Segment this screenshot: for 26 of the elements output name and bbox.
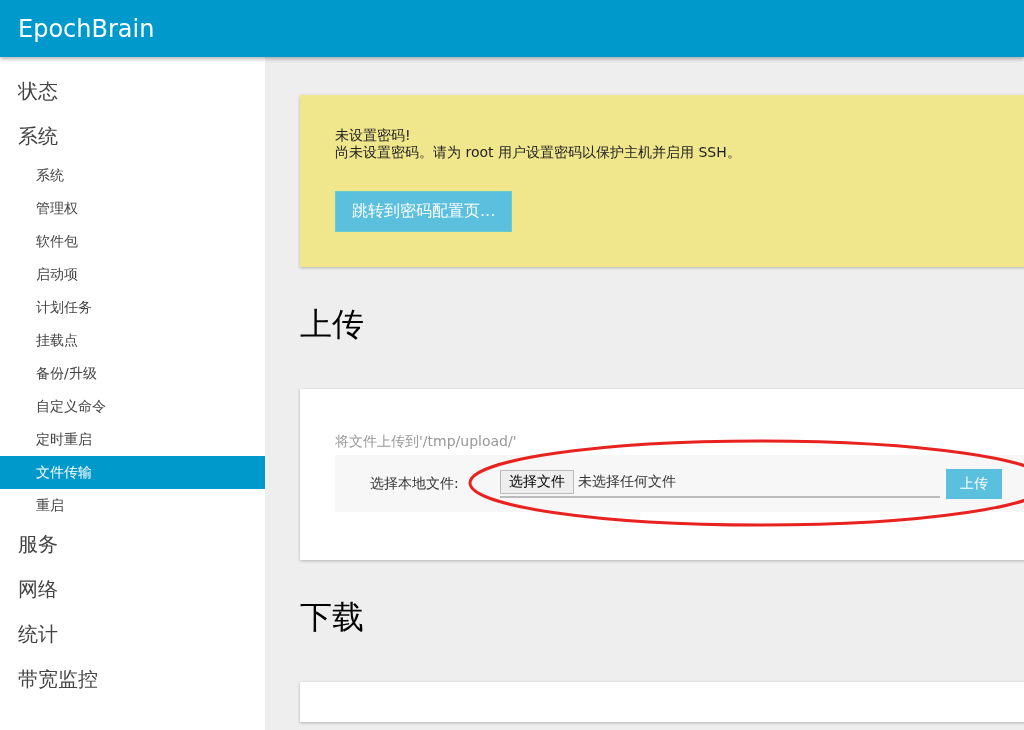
sidebar-item[interactable]: 状态: [0, 69, 265, 114]
file-status: 未选择任何文件: [578, 472, 676, 491]
sidebar-subitem[interactable]: 挂载点: [0, 324, 265, 357]
field-label: 选择本地文件:: [370, 474, 460, 493]
sidebar-item[interactable]: 统计: [0, 612, 265, 657]
sidebar-subitem[interactable]: 管理权: [0, 192, 265, 225]
sidebar-subitem[interactable]: 重启: [0, 489, 265, 522]
sidebar-item[interactable]: 服务: [0, 522, 265, 567]
warning-message: 尚未设置密码。请为 root 用户设置密码以保护主机并启用 SSH。: [335, 144, 742, 161]
section-heading: 上传: [300, 304, 365, 345]
app-title: EpochBrain: [18, 14, 155, 43]
sidebar-subitem[interactable]: 软件包: [0, 225, 265, 258]
sidebar-item[interactable]: 带宽监控: [0, 657, 265, 702]
choose-file-button[interactable]: 选择文件: [500, 469, 574, 494]
sidebar-subitem[interactable]: 自定义命令: [0, 390, 265, 423]
sidebar-subitem[interactable]: 定时重启: [0, 423, 265, 456]
file-input[interactable]: 选择文件 未选择任何文件: [500, 469, 940, 498]
sidebar-subitem[interactable]: 计划任务: [0, 291, 265, 324]
sidebar-subitem[interactable]: 备份/升级: [0, 357, 265, 390]
warning-title: 未设置密码!: [335, 127, 412, 144]
sidebar-item[interactable]: 系统: [0, 114, 265, 159]
section-heading: 下载: [300, 597, 365, 638]
sidebar-subitem[interactable]: 启动项: [0, 258, 265, 291]
sidebar-item[interactable]: 网络: [0, 567, 265, 612]
sidebar-subitem[interactable]: 系统: [0, 159, 265, 192]
upload-description: 将文件上传到'/tmp/upload/': [335, 433, 518, 451]
